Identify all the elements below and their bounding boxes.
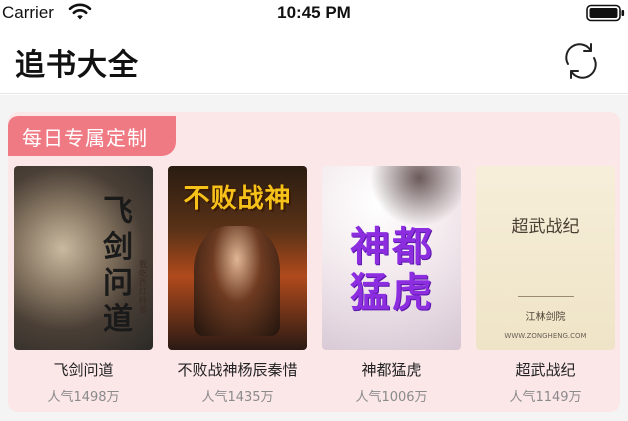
book-title: 不败战神杨辰秦惜 <box>177 361 298 379</box>
book-list: 飞剑问道 我吃西红柿著 飞剑问道 人气1498万 不败战神 不败战神杨辰秦惜 人… <box>14 166 620 406</box>
book-popularity: 人气1149万 <box>509 390 582 405</box>
section-title: 每日专属定制 <box>22 126 148 150</box>
daily-recommend-card: 每日专属定制 飞剑问道 我吃西红柿著 飞剑问道 人气1498万 不败战神 不败战… <box>8 112 620 412</box>
book-title: 超武战纪 <box>515 361 576 379</box>
book-cover[interactable]: 不败战神 <box>168 166 307 350</box>
cover-url: WWW.ZONGHENG.COM <box>504 332 587 340</box>
book-cover[interactable]: 神都猛虎 <box>322 166 461 350</box>
book-item[interactable]: 神都猛虎 神都猛虎 人气1006万 <box>322 166 461 405</box>
book-title: 飞剑问道 <box>53 361 114 379</box>
cover-title: 神都猛虎 <box>350 224 434 316</box>
book-item[interactable]: 不败战神 不败战神杨辰秦惜 人气1435万 <box>168 166 307 405</box>
book-popularity: 人气1435万 <box>201 390 274 405</box>
book-item[interactable]: 超武战纪 江林剑院 WWW.ZONGHENG.COM 超武战纪 人气1149万 <box>476 166 615 405</box>
refresh-icon <box>565 43 597 79</box>
cover-author: 江林剑院 <box>525 312 566 323</box>
cover-title: 超武战纪 <box>511 217 580 237</box>
book-cover[interactable]: 超武战纪 江林剑院 WWW.ZONGHENG.COM <box>476 166 615 350</box>
book-cover[interactable]: 飞剑问道 我吃西红柿著 <box>14 166 153 350</box>
refresh-button[interactable] <box>556 36 606 86</box>
cover-divider <box>518 296 574 297</box>
battery-icon <box>586 4 625 22</box>
book-popularity: 人气1498万 <box>47 390 120 405</box>
book-item[interactable]: 飞剑问道 我吃西红柿著 飞剑问道 人气1498万 <box>14 166 153 405</box>
page-title: 追书大全 <box>15 48 139 83</box>
book-popularity: 人气1006万 <box>355 390 428 405</box>
cover-title: 不败战神 <box>183 184 292 214</box>
cover-author: 我吃西红柿著 <box>139 260 147 314</box>
cover-figure <box>194 226 280 336</box>
book-title: 神都猛虎 <box>361 361 422 379</box>
cover-title: 飞剑问道 <box>103 194 133 337</box>
nav-bar: 追书大全 <box>0 26 628 94</box>
status-bar: Carrier 10:45 PM <box>0 0 628 26</box>
section-title-tag: 每日专属定制 <box>8 116 176 156</box>
status-time: 10:45 PM <box>277 3 351 22</box>
cover-decoration <box>322 166 461 226</box>
